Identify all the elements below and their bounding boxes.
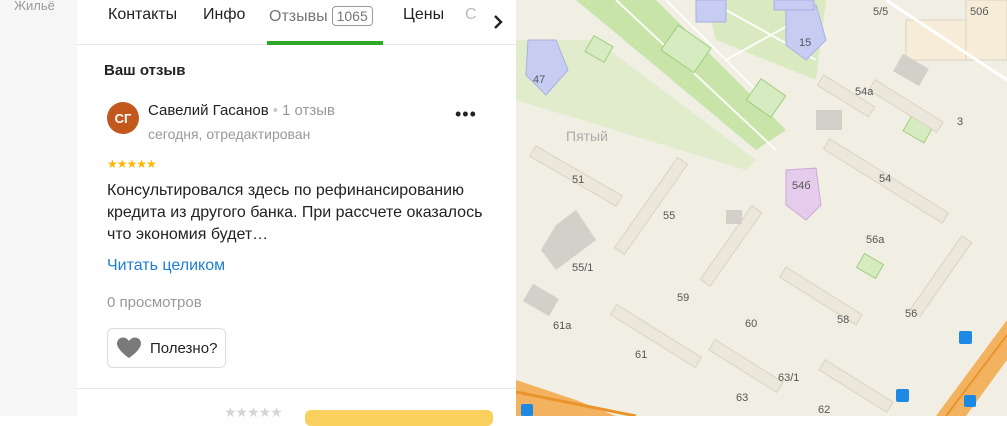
map-label-3: 3 (957, 116, 964, 128)
rating-stars: ★★★★★ (107, 157, 157, 171)
review-date: сегодня, отредактирован (148, 126, 311, 142)
map-label-55: 55 (663, 210, 676, 222)
review-text: Консультировался здесь по рефинансирован… (107, 182, 483, 243)
map-label-54: 54 (879, 173, 892, 185)
divider (77, 388, 516, 389)
map-label-51: 51 (572, 174, 585, 186)
map-canvas (516, 0, 1007, 416)
tab-contacts[interactable]: Контакты (108, 6, 177, 24)
author-review-count: 1 отзыв (282, 102, 336, 119)
views-count: 0 просмотров (107, 294, 202, 311)
chevron-right-icon (493, 15, 503, 29)
map-label-62: 62 (818, 404, 831, 416)
map-label-56: 56 (905, 308, 918, 320)
rate-stars[interactable]: ★★★★★ (224, 404, 283, 421)
map-label-55-1: 55/1 (572, 262, 594, 274)
map[interactable]: 47 15 Пятый 51 55 55/1 59 60 61а 61 63/1… (516, 0, 1007, 416)
separator-dot: • (272, 102, 278, 119)
map-label-54a: 54а (855, 86, 874, 98)
map-label-59: 59 (677, 292, 690, 304)
heart-icon (116, 337, 142, 359)
tab-more-partial[interactable]: С (465, 6, 477, 24)
write-review-button[interactable] (305, 410, 493, 426)
author-name[interactable]: Савелий Гасанов (148, 102, 269, 119)
useful-label: Полезно? (150, 339, 218, 357)
tab-prices[interactable]: Цены (403, 6, 444, 24)
map-label-61a: 61а (553, 320, 572, 332)
map-label-58: 58 (837, 314, 850, 326)
tabs-next-button[interactable] (479, 0, 516, 44)
read-more-link[interactable]: Читать целиком (107, 257, 225, 275)
map-label-63: 63 (736, 392, 749, 404)
reviews-count-badge: 1065 (331, 6, 373, 26)
map-label-47: 47 (533, 74, 546, 86)
map-label-15: 15 (799, 37, 812, 49)
map-label-60: 60 (745, 318, 758, 330)
map-label-pyatyi: Пятый (566, 128, 608, 144)
tab-info[interactable]: Инфо (203, 6, 245, 24)
more-options-icon[interactable]: ••• (455, 104, 477, 125)
map-label-5-5: 5/5 (873, 6, 889, 18)
useful-button[interactable]: Полезно? (107, 328, 227, 368)
map-label-63-1: 63/1 (778, 372, 800, 384)
tab-reviews[interactable]: Отзывы 1065 (269, 6, 373, 26)
map-label-61: 61 (635, 349, 648, 361)
tab-bar: Контакты Инфо Отзывы 1065 Цены С (77, 0, 516, 45)
left-strip-label: Жильё (14, 0, 55, 13)
review-author: Савелий Гасанов • 1 отзыв (148, 102, 335, 119)
map-label-50b: 50б (970, 6, 989, 18)
active-tab-indicator (267, 41, 383, 45)
your-review-title: Ваш отзыв (104, 62, 186, 79)
reviews-panel: Контакты Инфо Отзывы 1065 Цены С Ваш отзы… (77, 0, 516, 426)
map-label-56a: 56а (866, 234, 885, 246)
left-strip: Жильё (0, 0, 78, 416)
tab-reviews-label: Отзывы (269, 8, 328, 25)
map-label-54b: 54б (792, 180, 811, 192)
avatar[interactable]: СГ (107, 102, 139, 134)
